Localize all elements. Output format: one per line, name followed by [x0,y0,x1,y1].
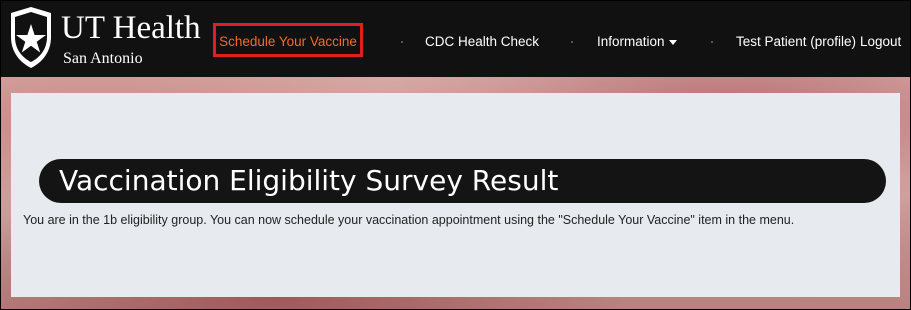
content-panel: Vaccination Eligibility Survey Result Yo… [11,93,900,297]
nav-profile-link[interactable]: Test Patient (profile) [736,34,856,49]
page-title: Vaccination Eligibility Survey Result [59,164,559,197]
nav-schedule-vaccine[interactable]: Schedule Your Vaccine [213,23,363,57]
app-frame: UT Health San Antonio Schedule Your Vacc… [0,0,911,310]
page-title-banner: Vaccination Eligibility Survey Result [39,159,886,203]
eligibility-message: You are in the 1b eligibility group. You… [23,213,795,227]
nav-information-dropdown[interactable]: Information [597,34,677,49]
nav-schedule-vaccine-label: Schedule Your Vaccine [219,34,357,49]
nav-information-label: Information [597,34,665,49]
nav-divider [571,41,573,43]
nav-cdc-health-check[interactable]: CDC Health Check [425,34,539,49]
shield-star-icon [11,7,51,68]
nav-divider [711,41,713,43]
caret-down-icon [668,39,677,45]
nav-logout-link[interactable]: Logout [860,34,901,49]
navbar: UT Health San Antonio Schedule Your Vacc… [1,1,910,77]
brand-subtitle: San Antonio [63,50,143,67]
nav-divider [401,41,403,43]
brand-name: UT Health [61,10,201,46]
hero-background: Vaccination Eligibility Survey Result Yo… [1,77,910,309]
